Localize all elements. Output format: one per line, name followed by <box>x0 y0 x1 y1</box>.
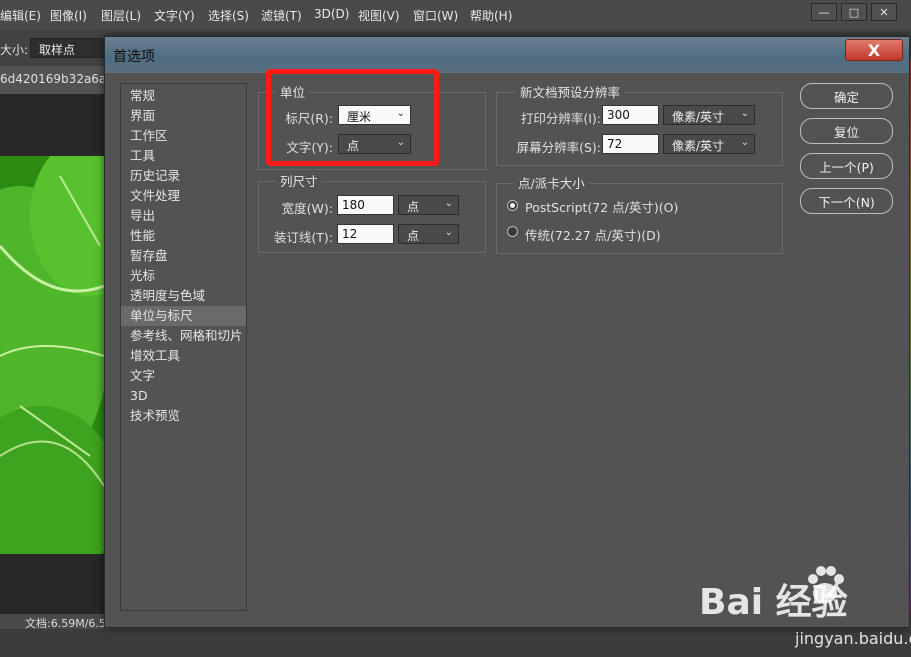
category-item-cursors[interactable]: 光标 <box>121 266 246 286</box>
point-size-title: 点/派卡大小 <box>514 173 589 192</box>
screen-resolution-label: 屏幕分辨率(S): <box>516 140 601 155</box>
category-item-transparency[interactable]: 透明度与色域 <box>121 286 246 306</box>
preferences-dialog: 首选项 X 常规 界面 工作区 工具 历史记录 文件处理 导出 性能 暂存盘 光… <box>104 36 911 648</box>
menu-view[interactable]: 视图(V) <box>358 7 400 24</box>
category-item-guides-grid[interactable]: 参考线、网格和切片 <box>121 326 246 346</box>
category-item-history[interactable]: 历史记录 <box>121 166 246 186</box>
watermark-main-text: Bai 经验 <box>699 582 848 623</box>
gutter-unit-select[interactable]: 点 ⌄ <box>398 224 459 244</box>
maximize-button[interactable]: □ <box>841 3 867 21</box>
menu-3d[interactable]: 3D(D) <box>314 7 349 21</box>
category-item-3d[interactable]: 3D <box>121 386 246 406</box>
reset-button[interactable]: 复位 <box>800 118 893 144</box>
gutter-label: 装订线(T): <box>273 230 333 245</box>
print-resolution-label: 打印分辨率(I): <box>520 111 601 126</box>
traditional-radio[interactable] <box>507 226 518 237</box>
screen-resolution-input[interactable]: 72 <box>602 134 659 154</box>
menu-filter[interactable]: 滤镜(T) <box>261 7 302 24</box>
print-resolution-unit-select[interactable]: 像素/英寸 ⌄ <box>663 105 755 125</box>
category-item-scratch-disks[interactable]: 暂存盘 <box>121 246 246 266</box>
category-item-tools[interactable]: 工具 <box>121 146 246 166</box>
new-doc-resolution-title: 新文档预设分辨率 <box>516 82 625 101</box>
category-list: 常规 界面 工作区 工具 历史记录 文件处理 导出 性能 暂存盘 光标 透明度与… <box>120 83 247 611</box>
category-item-interface[interactable]: 界面 <box>121 106 246 126</box>
print-resolution-unit-value: 像素/英寸 <box>672 110 725 124</box>
category-item-file-handling[interactable]: 文件处理 <box>121 186 246 206</box>
menu-image[interactable]: 图像(I) <box>50 7 87 24</box>
category-item-tech-preview[interactable]: 技术预览 <box>121 406 246 426</box>
chevron-down-icon: ⌄ <box>740 108 749 119</box>
leaf-image <box>0 156 104 554</box>
baidu-watermark: Bai 经验 jingyan.baidu.com <box>695 557 911 657</box>
menu-bar: 编辑(E) 图像(I) 图层(L) 文字(Y) 选择(S) 滤镜(T) 3D(D… <box>0 0 911 31</box>
column-width-unit-value: 点 <box>407 200 420 214</box>
category-item-units-rulers[interactable]: 单位与标尺 <box>121 306 246 326</box>
leaf-picture <box>0 156 104 554</box>
dialog-title: 首选项 <box>113 49 155 65</box>
document-tab-label: 6d420169b32a6a8 <box>0 72 114 86</box>
column-width-unit-select[interactable]: 点 ⌄ <box>398 195 459 215</box>
chevron-down-icon: ⌄ <box>444 198 453 209</box>
minimize-button[interactable]: — <box>811 3 837 21</box>
column-width-label: 宽度(W): <box>281 201 333 216</box>
menu-layer[interactable]: 图层(L) <box>101 7 141 24</box>
dialog-title-bar[interactable]: 首选项 <box>105 37 909 73</box>
window-controls: — □ ✕ <box>811 3 897 21</box>
postscript-label[interactable]: PostScript(72 点/英寸)(O) <box>525 197 678 216</box>
menu-help[interactable]: 帮助(H) <box>470 7 512 24</box>
category-item-general[interactable]: 常规 <box>121 86 246 106</box>
sample-size-label: 大小: <box>0 43 29 57</box>
next-button[interactable]: 下一个(N) <box>800 188 893 214</box>
screen-resolution-unit-value: 像素/英寸 <box>672 139 725 153</box>
menu-edit[interactable]: 编辑(E) <box>0 7 41 24</box>
menu-select[interactable]: 选择(S) <box>208 7 249 24</box>
app-close-button[interactable]: ✕ <box>871 3 897 21</box>
column-width-input[interactable]: 180 <box>337 195 394 215</box>
menu-type[interactable]: 文字(Y) <box>154 7 195 24</box>
ok-button[interactable]: 确定 <box>800 83 893 109</box>
sample-size-select[interactable]: 取样点 <box>30 38 110 58</box>
prev-button[interactable]: 上一个(P) <box>800 153 893 179</box>
chevron-down-icon: ⌄ <box>740 137 749 148</box>
column-size-title: 列尺寸 <box>276 171 322 190</box>
document-tab[interactable]: 6d420169b32a6a8 <box>0 66 114 95</box>
category-item-performance[interactable]: 性能 <box>121 226 246 246</box>
postscript-radio[interactable] <box>507 200 518 211</box>
print-resolution-input[interactable]: 300 <box>602 105 659 125</box>
category-item-plugins[interactable]: 增效工具 <box>121 346 246 366</box>
highlight-box <box>266 69 439 166</box>
menu-window[interactable]: 窗口(W) <box>413 7 458 24</box>
dialog-close-button[interactable]: X <box>845 39 903 61</box>
gutter-input[interactable]: 12 <box>337 224 394 244</box>
gutter-unit-value: 点 <box>407 229 420 243</box>
category-item-workspace[interactable]: 工作区 <box>121 126 246 146</box>
category-item-type[interactable]: 文字 <box>121 366 246 386</box>
traditional-label[interactable]: 传统(72.27 点/英寸)(D) <box>525 225 661 244</box>
chevron-down-icon: ⌄ <box>444 227 453 238</box>
category-item-export[interactable]: 导出 <box>121 206 246 226</box>
screen-resolution-unit-select[interactable]: 像素/英寸 ⌄ <box>663 134 755 154</box>
watermark-url: jingyan.baidu.com <box>795 629 911 648</box>
